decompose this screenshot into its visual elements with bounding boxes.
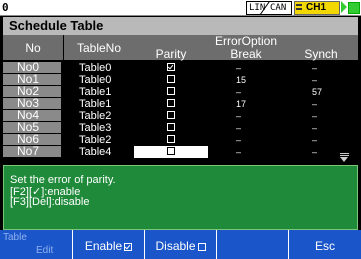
play-arrow-icon (341, 1, 347, 13)
f3-disable-button[interactable]: Disable (145, 230, 217, 259)
parity-cell[interactable] (134, 98, 208, 110)
checkbox-checked-icon (124, 243, 133, 251)
row-tableno: Table0 (79, 62, 112, 74)
parity-checkbox[interactable] (167, 63, 175, 71)
f1-label-bottom: Edit (36, 245, 54, 256)
row-break: – (236, 135, 242, 145)
f1-table-edit-button[interactable]: Table Edit (0, 230, 73, 259)
parity-checkbox[interactable] (167, 111, 175, 119)
row-break: 15 (236, 75, 247, 85)
table-row[interactable]: No5 Table3 – – (3, 121, 358, 134)
f2-label: Enable (84, 239, 123, 253)
row-no: No7 (3, 145, 61, 157)
row-synch: – (312, 147, 318, 157)
parity-cell-selected[interactable] (134, 146, 208, 158)
row-synch: – (312, 135, 318, 145)
row-tableno: Table0 (79, 74, 112, 86)
row-break: – (236, 87, 242, 97)
table-row[interactable]: No6 Table2 – – (3, 133, 358, 146)
mode-can-label: CAN (270, 3, 287, 13)
row-synch: – (312, 111, 318, 121)
row-break: – (236, 111, 242, 121)
parity-cell[interactable] (134, 134, 208, 146)
parity-checkbox[interactable] (167, 123, 175, 131)
row-tableno: Table2 (79, 110, 112, 122)
parity-cell[interactable] (134, 74, 208, 86)
function-key-bar: Table Edit Enable Disable Esc (0, 230, 361, 259)
parity-cell[interactable] (134, 110, 208, 122)
column-header-tableno: TableNo (64, 35, 134, 60)
table-row[interactable]: No2 Table1 – 57 (3, 85, 358, 98)
table-row[interactable]: No3 Table1 17 – (3, 97, 358, 110)
channel-indicator: CH1 (294, 1, 340, 15)
parity-cell[interactable] (134, 62, 208, 74)
f5-esc-button[interactable]: Esc (289, 230, 361, 259)
channel-grip-icon (296, 3, 304, 13)
help-line-3: [F3][Del]:disable (10, 196, 90, 208)
parity-checkbox[interactable] (167, 135, 175, 143)
parity-cell[interactable] (134, 122, 208, 134)
status-light-icon (348, 2, 360, 14)
parity-checkbox[interactable] (167, 87, 175, 95)
f1-label-top: Table (3, 232, 27, 243)
table-row-selected[interactable]: No7 Table4 – – (3, 145, 358, 158)
table-row[interactable]: No4 Table2 – – (3, 109, 358, 122)
parity-checkbox[interactable] (167, 75, 175, 83)
row-tableno: Table2 (79, 134, 112, 146)
column-header-synch: Synch (284, 48, 358, 60)
row-tableno: Table1 (79, 98, 112, 110)
table-row[interactable]: No1 Table0 15 – (3, 73, 358, 86)
channel-label: CH1 (306, 2, 327, 13)
row-tableno: Table3 (79, 122, 112, 134)
row-synch: – (312, 123, 318, 133)
f5-label: Esc (314, 239, 335, 253)
column-header-no: No (3, 35, 64, 60)
row-synch: – (312, 99, 318, 109)
table-row[interactable]: No0 Table0 – – (3, 61, 358, 74)
panel-title: Schedule Table (3, 17, 358, 35)
scroll-down-icon[interactable] (340, 153, 350, 163)
row-synch: – (312, 63, 318, 73)
parity-checkbox[interactable] (167, 147, 175, 155)
row-tableno: Table4 (79, 146, 112, 158)
row-tableno: Table1 (79, 86, 112, 98)
row-synch: – (312, 75, 318, 85)
column-header-parity: Parity (134, 48, 208, 60)
f3-label: Disable (155, 239, 196, 253)
parity-cell[interactable] (134, 86, 208, 98)
screen: 0 LIN CAN CH1 Schedule Table No TableNo … (0, 0, 361, 259)
f2-enable-button[interactable]: Enable (73, 230, 145, 259)
parity-checkbox[interactable] (167, 99, 175, 107)
row-break: – (236, 147, 242, 157)
column-header-break: Break (208, 48, 284, 60)
status-counter: 0 (2, 1, 9, 14)
checkbox-empty-icon (197, 243, 206, 251)
help-message-box: Set the error of parity. [F2][✓]:enable … (3, 165, 358, 230)
row-break: – (236, 123, 242, 133)
row-break: 17 (236, 99, 247, 109)
status-bar: 0 LIN CAN CH1 (0, 0, 361, 16)
f4-button[interactable] (217, 230, 289, 259)
row-break: – (236, 63, 242, 73)
row-synch: 57 (312, 87, 323, 97)
bus-mode-indicator: LIN CAN (246, 1, 292, 15)
